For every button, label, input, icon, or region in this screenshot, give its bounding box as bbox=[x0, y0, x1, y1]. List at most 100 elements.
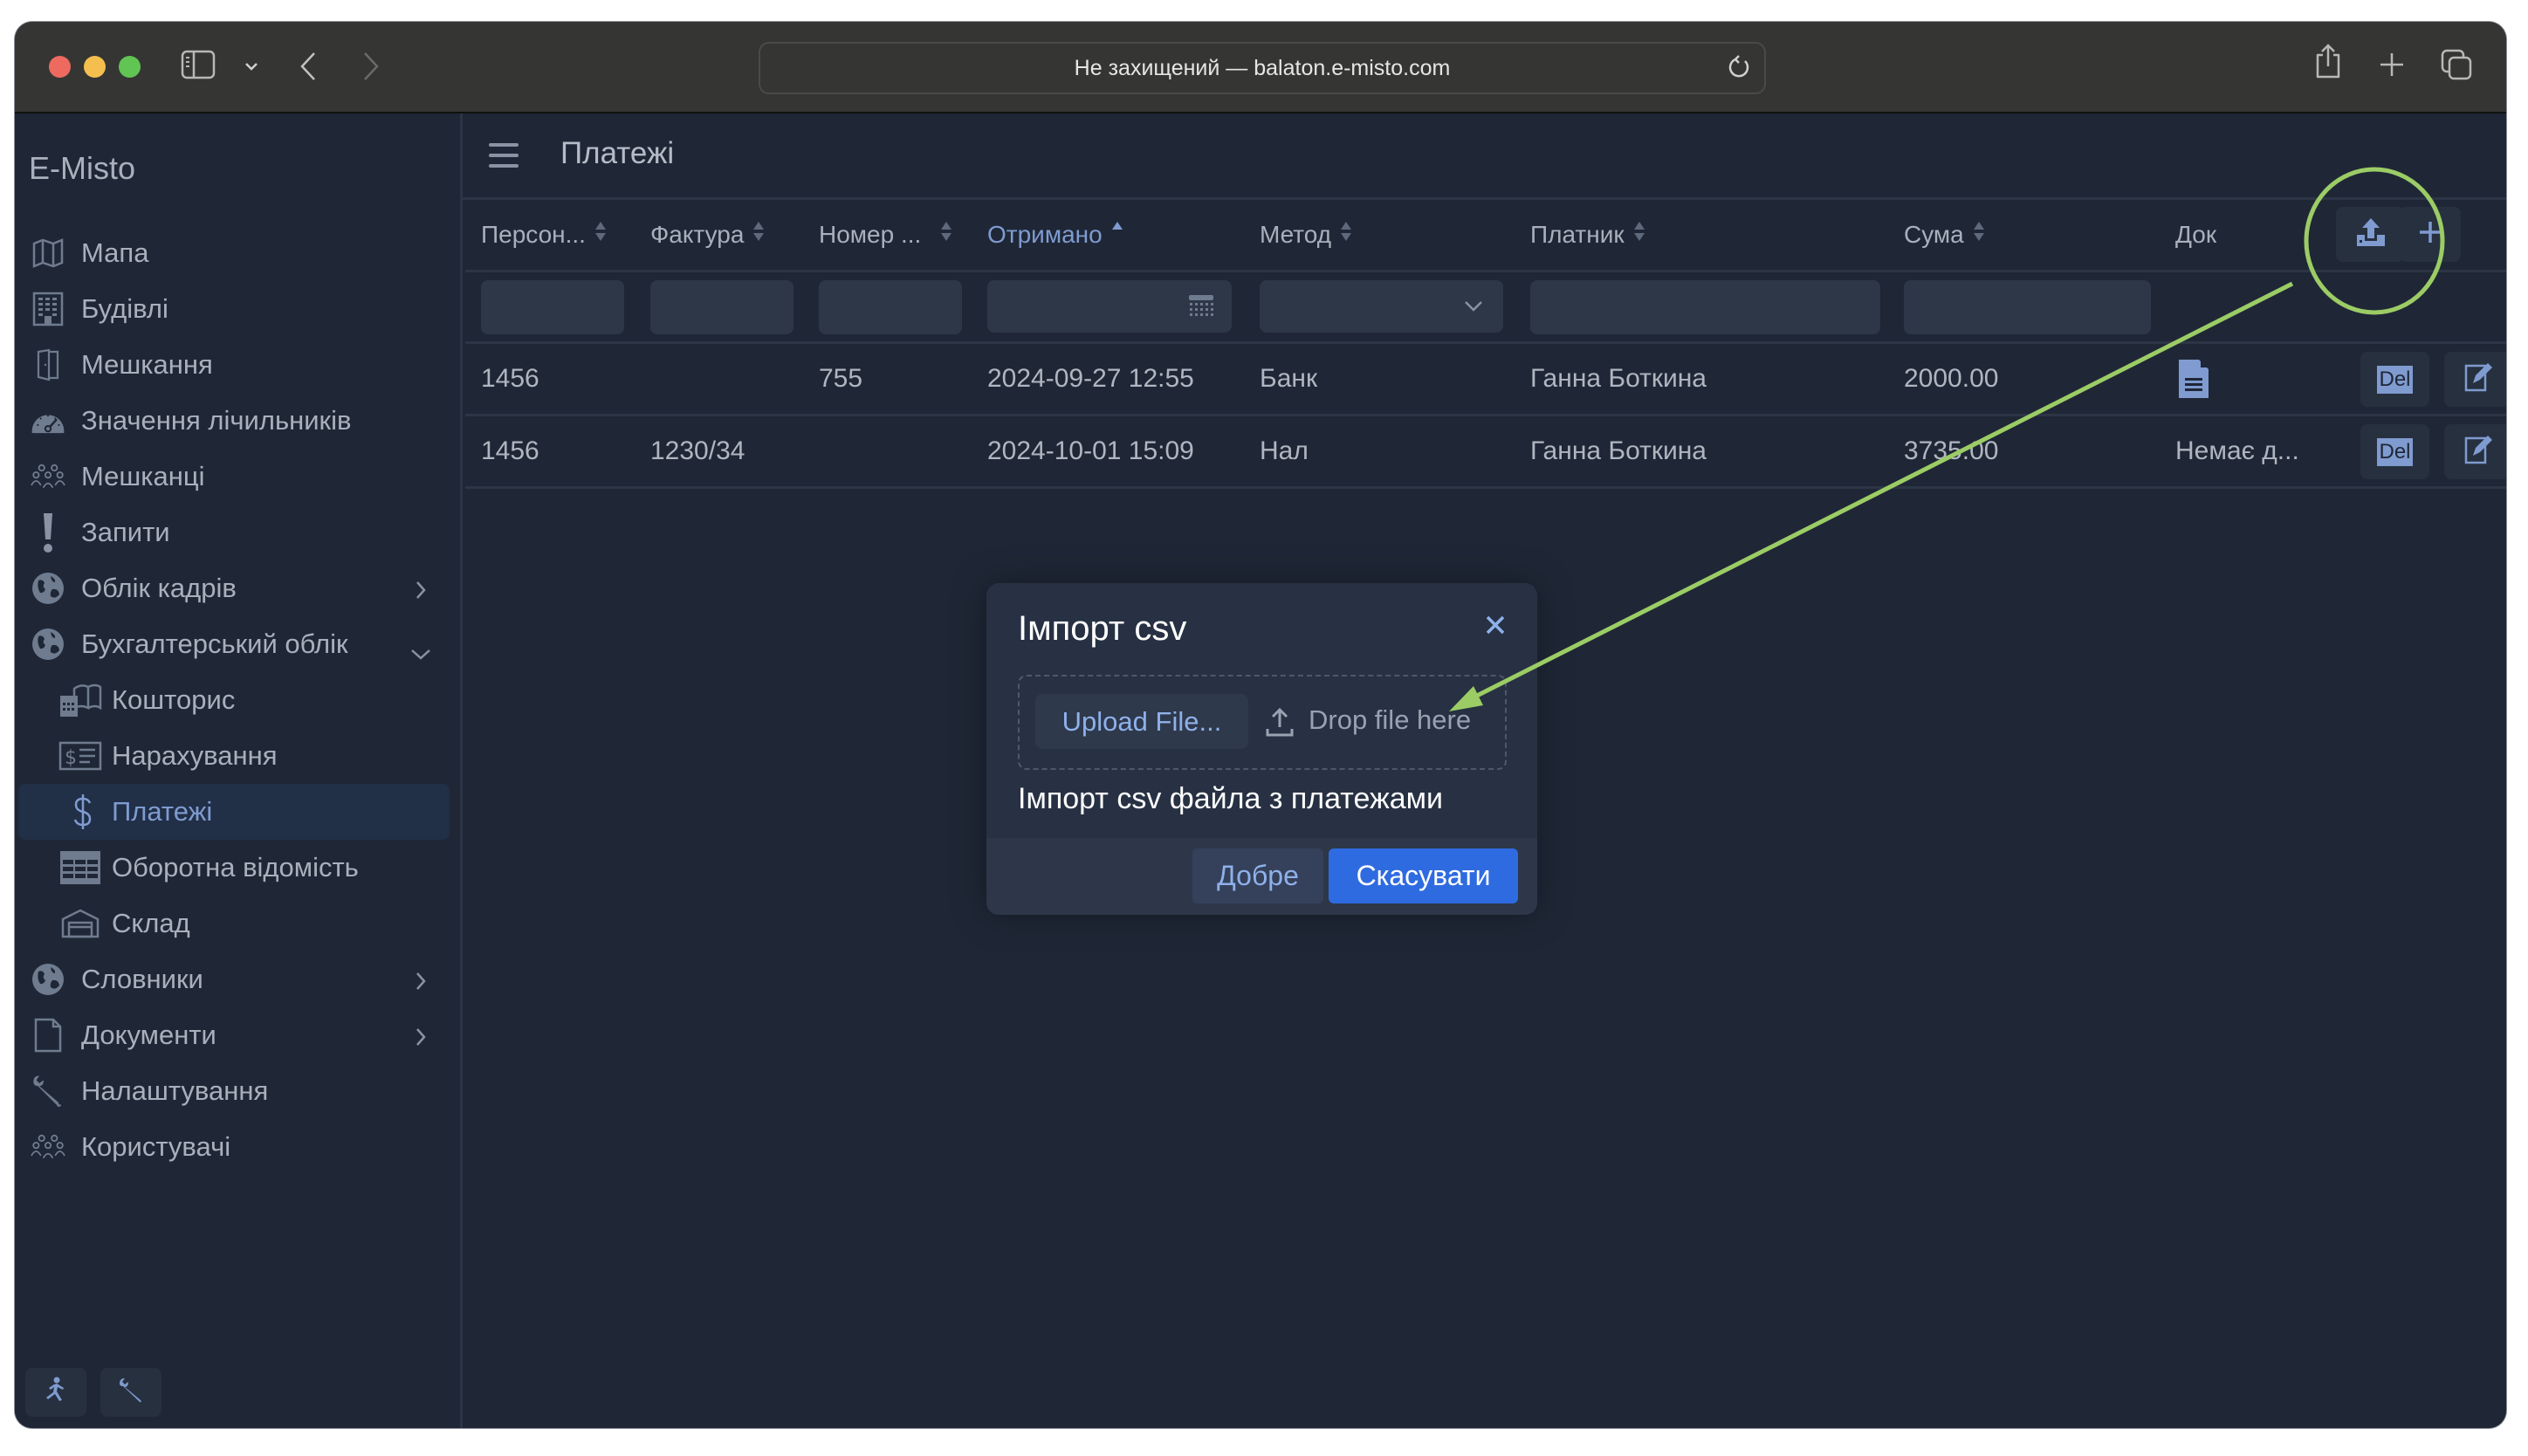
svg-text:$: $ bbox=[65, 747, 77, 769]
file-drop-zone[interactable]: Upload File... Drop file here bbox=[1018, 675, 1507, 770]
column-header-personal[interactable]: Персон... bbox=[481, 199, 607, 270]
cell-amount: 3735.00 bbox=[1904, 436, 1999, 465]
calendar-icon[interactable] bbox=[1188, 294, 1214, 325]
invoice-icon: $ bbox=[58, 738, 102, 773]
reload-icon[interactable] bbox=[1728, 54, 1752, 86]
table-row[interactable]: 1456 755 2024-09-27 12:55 Банк Ганна Бот… bbox=[465, 344, 2506, 416]
delete-button[interactable]: Del bbox=[2360, 352, 2429, 407]
table-row[interactable]: 1456 1230/34 2024-10-01 15:09 Нал Ганна … bbox=[465, 416, 2506, 489]
add-payment-button[interactable] bbox=[2400, 207, 2461, 262]
sidebar-item-requests[interactable]: Запити bbox=[15, 505, 460, 560]
door-icon bbox=[31, 347, 65, 382]
column-header-method[interactable]: Метод bbox=[1260, 199, 1352, 270]
ok-button[interactable]: Добре bbox=[1192, 848, 1323, 903]
column-header-payer[interactable]: Платник bbox=[1530, 199, 1645, 270]
forward-icon[interactable] bbox=[361, 51, 381, 86]
calculator-book-icon bbox=[58, 683, 102, 718]
upload-icon bbox=[2356, 217, 2386, 251]
sidebar-item-warehouse[interactable]: Склад bbox=[15, 896, 460, 951]
settings-button[interactable] bbox=[100, 1368, 161, 1417]
close-icon[interactable] bbox=[1485, 615, 1506, 640]
column-header-number[interactable]: Номер ... bbox=[819, 199, 952, 270]
edit-button[interactable] bbox=[2444, 424, 2506, 479]
cell-personal: 1456 bbox=[481, 436, 539, 465]
edit-button[interactable] bbox=[2444, 352, 2506, 407]
back-icon[interactable] bbox=[299, 51, 318, 86]
sidebar-item-dwellings[interactable]: Мешкання bbox=[15, 337, 460, 393]
sidebar-item-label: Кошторис bbox=[112, 684, 236, 715]
sidebar-item-turnover[interactable]: Оборотна відомість bbox=[15, 840, 460, 896]
url-text: Не захищений — balaton.e-misto.com bbox=[1074, 55, 1451, 80]
edit-icon bbox=[2464, 362, 2494, 396]
tabs-overview-icon[interactable] bbox=[2440, 48, 2473, 86]
sidebar-item-label: Мешкання bbox=[81, 349, 213, 380]
sort-icon bbox=[1340, 220, 1352, 249]
cell-personal: 1456 bbox=[481, 364, 539, 393]
column-header-received[interactable]: Отримано bbox=[987, 199, 1123, 270]
sidebar-item-budget[interactable]: Кошторис bbox=[15, 672, 460, 728]
upload-file-button[interactable]: Upload File... bbox=[1035, 694, 1248, 749]
chevron-right-icon bbox=[415, 967, 427, 999]
sidebar-item-documents[interactable]: Документи bbox=[15, 1007, 460, 1063]
cell-payer: Ганна Боткина bbox=[1530, 436, 1707, 465]
filter-personal-input[interactable] bbox=[481, 280, 624, 334]
close-window-button[interactable] bbox=[49, 56, 71, 78]
users-icon bbox=[31, 459, 65, 494]
document-icon[interactable] bbox=[2178, 344, 2209, 414]
delete-button[interactable]: Del bbox=[2360, 424, 2429, 479]
dialog-title: Імпорт csv bbox=[1018, 609, 1187, 648]
hamburger-menu-icon[interactable] bbox=[489, 143, 519, 175]
address-bar[interactable]: Не захищений — balaton.e-misto.com bbox=[759, 42, 1766, 94]
sidebar: E-Misto Мапа Будівлі Мешкання Значення л… bbox=[15, 113, 463, 1428]
sidebar-toggle-icon[interactable] bbox=[181, 50, 216, 86]
sidebar-item-label: Склад bbox=[112, 908, 190, 938]
column-header-invoice[interactable]: Фактура bbox=[650, 199, 765, 270]
sidebar-item-label: Оборотна відомість bbox=[112, 852, 359, 883]
running-man-icon bbox=[44, 1377, 68, 1409]
filter-number-input[interactable] bbox=[819, 280, 962, 334]
logout-button[interactable] bbox=[25, 1368, 86, 1417]
sort-icon bbox=[940, 220, 952, 249]
filter-received-date[interactable] bbox=[987, 280, 1232, 333]
sidebar-item-map[interactable]: Мапа bbox=[15, 225, 460, 281]
cell-method: Нал bbox=[1260, 436, 1309, 465]
dollar-icon bbox=[65, 794, 100, 829]
sidebar-item-meters[interactable]: Значення лічильників bbox=[15, 393, 460, 449]
sidebar-item-hr[interactable]: Облік кадрів bbox=[15, 560, 460, 616]
sidebar-item-users[interactable]: Користувачі bbox=[15, 1119, 460, 1175]
sidebar-item-residents[interactable]: Мешканці bbox=[15, 449, 460, 505]
filter-invoice-input[interactable] bbox=[650, 280, 793, 334]
column-label: Сума bbox=[1904, 220, 1964, 248]
cancel-button[interactable]: Скасувати bbox=[1329, 848, 1518, 903]
filter-method-select[interactable] bbox=[1260, 280, 1503, 333]
sidebar-item-settings[interactable]: Налаштування bbox=[15, 1063, 460, 1119]
sidebar-item-dictionaries[interactable]: Словники bbox=[15, 951, 460, 1007]
chevron-down-icon[interactable] bbox=[244, 60, 259, 76]
sort-icon bbox=[1973, 220, 1985, 249]
sidebar-item-label: Бухгалтерський облік bbox=[81, 628, 348, 659]
sidebar-item-payments[interactable]: Платежі bbox=[18, 784, 450, 840]
document-icon bbox=[31, 1018, 65, 1053]
sort-icon bbox=[594, 220, 607, 249]
filter-payer-input[interactable] bbox=[1530, 280, 1880, 334]
filter-amount-input[interactable] bbox=[1904, 280, 2151, 334]
minimize-window-button[interactable] bbox=[84, 56, 106, 78]
sidebar-item-charges[interactable]: $ Нарахування bbox=[15, 728, 460, 784]
sidebar-item-buildings[interactable]: Будівлі bbox=[15, 281, 460, 337]
sidebar-item-label: Користувачі bbox=[81, 1131, 231, 1162]
users-icon bbox=[31, 1130, 65, 1164]
sidebar-item-accounting[interactable]: Бухгалтерський облік bbox=[15, 616, 460, 672]
share-icon[interactable] bbox=[2313, 43, 2343, 84]
sidebar-item-label: Словники bbox=[81, 964, 203, 994]
page-title: Платежі bbox=[560, 136, 675, 170]
warehouse-icon bbox=[58, 906, 102, 941]
column-header-amount[interactable]: Сума bbox=[1904, 199, 1985, 270]
column-label: Отримано bbox=[987, 220, 1103, 248]
app-brand: E-Misto bbox=[29, 150, 136, 186]
dialog-description: Імпорт csv файла з платежами bbox=[1018, 782, 1444, 815]
browser-toolbar: Не захищений — balaton.e-misto.com bbox=[15, 22, 2506, 113]
new-tab-icon[interactable] bbox=[2379, 52, 2405, 82]
zoom-window-button[interactable] bbox=[119, 56, 141, 78]
dialog-footer: Добре Скасувати bbox=[986, 838, 1537, 915]
import-csv-button[interactable] bbox=[2336, 207, 2405, 262]
